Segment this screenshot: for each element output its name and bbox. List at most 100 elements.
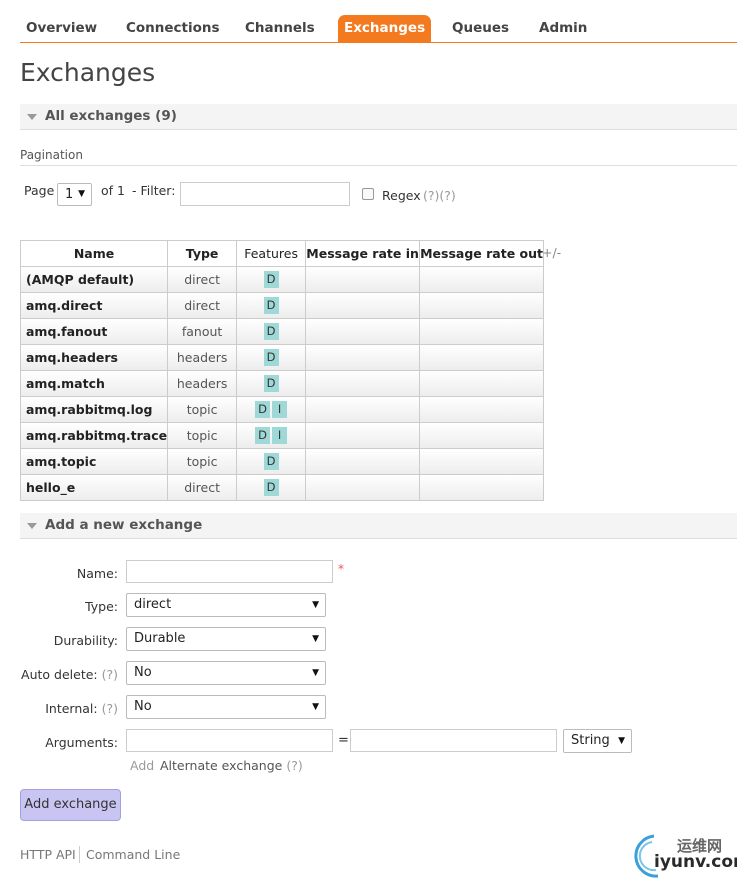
columns-toggle-link[interactable]: +/- [542,245,561,260]
exchange-name-link[interactable]: amq.topic [19,448,169,475]
nav-exchanges[interactable]: Exchanges [338,15,432,42]
exchange-name-link[interactable]: amq.headers [19,344,169,371]
page-select-value: 1 [65,187,74,202]
table-row[interactable]: amq.direct direct D [19,292,544,319]
column-header-type[interactable]: Type [167,240,238,267]
table-row[interactable]: amq.fanout fanout D [19,318,544,345]
nav-overview[interactable]: Overview [20,15,103,42]
internal-select[interactable]: No ▼ [126,695,326,719]
pagination-label: Pagination [20,148,737,166]
table-row[interactable]: amq.headers headers D [19,344,544,371]
exchange-type: topic [167,396,238,423]
add-exchange-toggle[interactable]: Add a new exchange [20,513,737,539]
exchange-type: direct [167,474,238,501]
message-rate-out [419,474,544,501]
feature-badge: D [263,297,279,314]
nav-connections[interactable]: Connections [120,15,226,42]
type-select-value: direct [134,597,172,612]
feature-badge: D [263,349,279,366]
durability-select[interactable]: Durable ▼ [126,627,326,651]
auto-delete-select-value: No [134,665,152,680]
message-rate-out [419,370,544,397]
exchange-name-link[interactable]: amq.fanout [19,318,169,345]
dropdown-arrow-icon: ▼ [312,600,319,610]
feature-badge: I [272,401,288,418]
exchange-name-link[interactable]: amq.rabbitmq.log [19,396,169,423]
table-row[interactable]: amq.match headers D [19,370,544,397]
type-select[interactable]: direct ▼ [126,593,326,617]
exchange-features: D [236,448,307,475]
column-header-name[interactable]: Name [19,240,169,267]
exchange-type: topic [167,448,238,475]
regex-checkbox[interactable] [362,188,374,200]
nav-queues[interactable]: Queues [446,15,515,42]
message-rate-in [305,474,421,501]
message-rate-out [419,448,544,475]
page-of-label: of 1 [101,183,125,198]
internal-select-value: No [134,699,152,714]
dropdown-arrow-icon: ▼ [618,736,625,746]
nav-admin[interactable]: Admin [533,15,593,42]
watermark-en: iyunv.com [654,852,737,872]
feature-badge: D [263,453,279,470]
alternate-exchange-row: Alternate exchange (?) [160,758,303,773]
regex-help-link[interactable]: (?)(?) [423,188,456,203]
http-api-link[interactable]: HTTP API [20,847,76,862]
exchange-type: fanout [167,318,238,345]
feature-badge: D [263,323,279,340]
feature-badge: D [263,375,279,392]
exchange-features: D [236,292,307,319]
nav-channels[interactable]: Channels [239,15,321,42]
table-row[interactable]: hello_e direct D [19,474,544,501]
message-rate-out [419,318,544,345]
exchange-name-link[interactable]: amq.rabbitmq.trace [19,422,169,449]
internal-label: Internal: [45,701,98,716]
exchange-type: headers [167,370,238,397]
exchange-name-link[interactable]: (AMQP default) [19,266,169,293]
table-row[interactable]: (AMQP default) direct D [19,266,544,293]
auto-delete-label-row: Auto delete: (?) [21,667,118,682]
internal-help-link[interactable]: (?) [102,701,118,716]
feature-badge: I [272,427,288,444]
exchange-features: DI [236,396,307,423]
exchange-type: direct [167,266,238,293]
table-row[interactable]: amq.rabbitmq.log topic D I [19,396,544,423]
argument-key-input[interactable] [126,729,333,752]
auto-delete-help-link[interactable]: (?) [102,667,118,682]
message-rate-in [305,448,421,475]
page-label: Page [24,183,55,198]
dropdown-arrow-icon: ▼ [312,668,319,678]
exchange-name-input[interactable] [126,560,333,583]
message-rate-in [305,422,421,449]
auto-delete-label: Auto delete: [21,667,98,682]
auto-delete-select[interactable]: No ▼ [126,661,326,685]
argument-type-select[interactable]: String ▼ [563,729,632,753]
argument-value-input[interactable] [350,729,557,752]
alternate-exchange-help-link[interactable]: (?) [286,758,302,773]
regex-label: Regex [382,188,421,203]
add-exchange-section-label: Add a new exchange [45,517,203,533]
all-exchanges-toggle[interactable]: All exchanges (9) [20,104,737,130]
message-rate-out [419,344,544,371]
feature-badge: D [263,271,279,288]
table-row[interactable]: amq.topic topic D [19,448,544,475]
exchange-type: direct [167,292,238,319]
exchange-type: topic [167,422,238,449]
command-line-link[interactable]: Command Line [86,847,180,862]
exchange-name-link[interactable]: amq.match [19,370,169,397]
exchange-name-link[interactable]: hello_e [19,474,169,501]
dropdown-arrow-icon: ▼ [312,634,319,644]
exchange-name-link[interactable]: amq.direct [19,292,169,319]
feature-badge: D [255,427,271,444]
message-rate-in [305,344,421,371]
add-argument-link[interactable]: Add [130,758,154,773]
add-exchange-button[interactable]: Add exchange [20,789,121,821]
filter-input[interactable] [180,182,350,206]
page-title: Exchanges [20,58,156,87]
column-header-rate-out: Message rate out [419,240,544,267]
message-rate-in [305,396,421,423]
page-select[interactable]: 1 ▼ [57,183,92,206]
table-row[interactable]: amq.rabbitmq.trace topic D I [19,422,544,449]
alternate-exchange-link[interactable]: Alternate exchange [160,758,282,773]
message-rate-out [419,396,544,423]
